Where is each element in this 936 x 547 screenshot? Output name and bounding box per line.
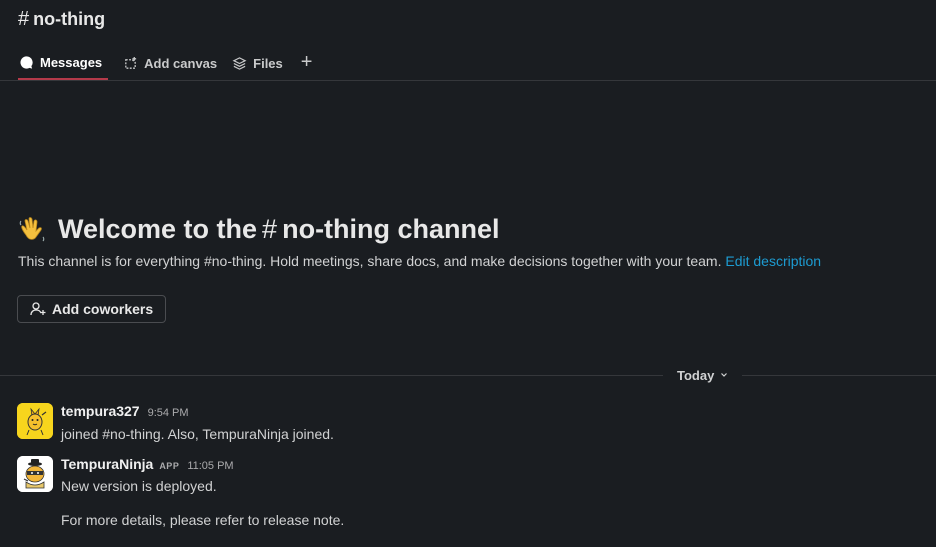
author-name[interactable]: tempura327 (61, 403, 140, 419)
chevron-down-icon (720, 371, 728, 379)
message-header: TempuraNinja APP 11:05 PM (61, 456, 234, 472)
channel-welcome: Welcome to the # no-thing channel This c… (18, 214, 918, 269)
message-header: tempura327 9:54 PM (61, 403, 189, 419)
app-badge: APP (159, 461, 180, 471)
canvas-icon (122, 55, 138, 71)
date-divider-line (0, 375, 936, 376)
channel-title[interactable]: # no-thing (18, 8, 105, 31)
channel-view: # no-thing Messages Add canvas Files + W… (0, 0, 936, 547)
waving-hand-icon (18, 215, 48, 245)
message-text: New version is deployed. (61, 478, 217, 494)
tab-label: Files (253, 55, 283, 71)
channel-name: no-thing (33, 9, 106, 29)
channel-description: This channel is for everything #no-thing… (18, 253, 918, 269)
yellow-character-avatar-icon (17, 403, 53, 439)
ninja-avatar-icon (17, 456, 53, 492)
welcome-hash: # (262, 214, 278, 244)
header-divider (0, 80, 936, 81)
date-divider[interactable]: Today (663, 366, 743, 384)
date-label: Today (677, 367, 715, 383)
tab-add-canvas[interactable]: Add canvas (122, 48, 217, 80)
add-coworkers-label: Add coworkers (52, 301, 154, 317)
tab-label: Messages (40, 54, 103, 70)
avatar[interactable] (17, 456, 53, 492)
tab-messages[interactable]: Messages (18, 48, 109, 80)
welcome-prefix: Welcome to the (58, 214, 258, 244)
avatar[interactable] (17, 403, 53, 439)
tab-files[interactable]: Files (231, 48, 283, 80)
description-text: This channel is for everything #no-thing… (18, 253, 722, 269)
add-tab-button[interactable]: + (301, 52, 313, 72)
edit-description-link[interactable]: Edit description (725, 253, 821, 269)
channel-hash: # (18, 8, 30, 30)
add-person-icon (30, 301, 46, 317)
add-coworkers-button[interactable]: Add coworkers (17, 295, 167, 323)
tab-label: Add canvas (144, 55, 218, 71)
message-timestamp[interactable]: 9:54 PM (148, 407, 189, 419)
files-icon (231, 55, 247, 71)
welcome-heading: Welcome to the # no-thing channel (18, 214, 918, 245)
message-timestamp[interactable]: 11:05 PM (187, 460, 233, 472)
channel-tabs: Messages Add canvas Files + (18, 46, 312, 80)
message-text: joined #no-thing. Also, TempuraNinja joi… (61, 426, 334, 442)
welcome-channel-name: no-thing channel (282, 214, 500, 244)
author-name[interactable]: TempuraNinja (61, 456, 153, 472)
message-text: For more details, please refer to releas… (61, 512, 345, 528)
message-icon (18, 54, 34, 70)
